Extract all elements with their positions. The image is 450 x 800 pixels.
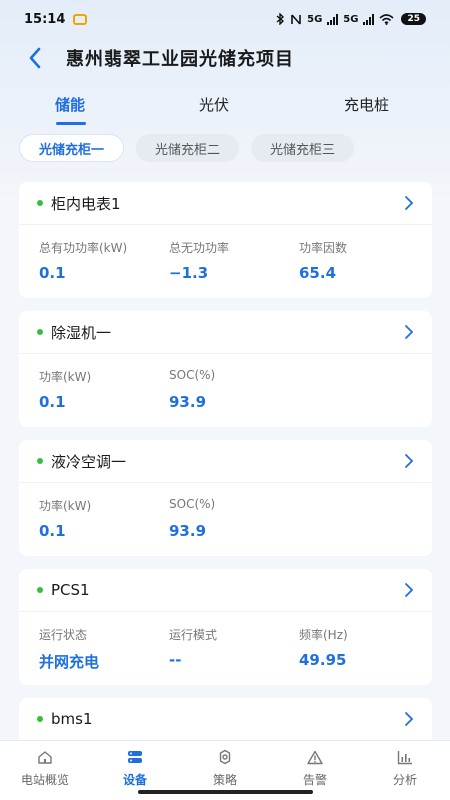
device-card-header[interactable]: PCS1 [19, 569, 432, 612]
network-type-2: 5G [343, 13, 359, 25]
nav-label: 策略 [212, 773, 237, 787]
metric: 总有功功率(kW) 0.1 [39, 239, 169, 282]
tab-charging-pile[interactable]: 充电桩 [344, 94, 389, 115]
battery-level: 25 [401, 13, 426, 25]
cabinet-tab-3[interactable]: 光储充柜三 [251, 134, 355, 162]
wifi-icon [379, 13, 395, 25]
metric-label: SOC(%) [169, 497, 216, 511]
back-icon[interactable] [28, 44, 48, 72]
metric-value: 0.1 [39, 393, 66, 411]
metric-value: −1.3 [169, 264, 209, 282]
metric-label: 总有功功率(kW) [39, 241, 128, 255]
cabinet-tabs: 光储充柜一 光储充柜二 光储充柜三 [0, 134, 450, 164]
device-metrics: 运行状态 并网充电 运行模式 -- 频率(Hz) 49.95 [19, 612, 432, 672]
main-tabs: 储能 光伏 充电桩 [0, 82, 450, 128]
device-icon [126, 749, 144, 765]
device-metrics: 总有功功率(kW) 0.1 总无功功率 −1.3 功率因数 65.4 [19, 225, 432, 282]
metric: 功率因数 65.4 [299, 239, 429, 282]
page-title: 惠州翡翠工业园光储充项目 [66, 49, 294, 70]
metric-value: -- [169, 651, 182, 669]
notification-icon [73, 13, 88, 25]
device-card-header[interactable]: 除湿机一 [19, 311, 432, 354]
metric-value: 93.9 [169, 393, 207, 411]
metric: SOC(%) 93.9 [169, 497, 299, 540]
tab-energy-storage[interactable]: 储能 [55, 94, 85, 115]
cabinet-tab-2[interactable]: 光储充柜二 [136, 134, 240, 162]
bluetooth-icon [276, 13, 285, 25]
online-status-dot [37, 587, 43, 593]
device-metrics: 功率(kW) 0.1 SOC(%) 93.9 [19, 354, 432, 411]
metric: 运行模式 -- [169, 626, 299, 672]
cabinet-tab-1[interactable]: 光储充柜一 [19, 134, 125, 162]
metric-label: 频率(Hz) [299, 628, 348, 642]
chevron-right-icon[interactable] [404, 452, 418, 470]
status-left: 15:14 [24, 11, 88, 27]
status-right: 5G 5G 25 [276, 13, 426, 25]
online-status-dot [37, 458, 43, 464]
online-status-dot [37, 329, 43, 335]
signal-1-icon [327, 13, 339, 25]
device-card-meter: 柜内电表1 总有功功率(kW) 0.1 总无功功率 −1.3 功率因数 65.4 [19, 182, 432, 298]
metric-label: 功率因数 [299, 241, 348, 255]
app-screen: 15:14 5G 5G 25 惠州翡翠工业园光储充项目 储能 光伏 充电桩 光储… [0, 0, 450, 800]
metric: 功率(kW) 0.1 [39, 497, 169, 540]
device-list: 柜内电表1 总有功功率(kW) 0.1 总无功功率 −1.3 功率因数 65.4 [19, 182, 432, 800]
nav-label: 告警 [302, 773, 327, 787]
nav-label: 设备 [122, 773, 147, 787]
chevron-right-icon[interactable] [404, 710, 418, 728]
metric-value: 93.9 [169, 522, 207, 540]
online-status-dot [37, 716, 43, 722]
alert-icon [306, 749, 324, 765]
analysis-chart-icon [396, 749, 414, 765]
metric-value: 0.1 [39, 264, 66, 282]
metric-value: 并网充电 [39, 653, 100, 671]
metric-label: 运行状态 [39, 628, 88, 642]
metric-label: SOC(%) [169, 368, 216, 382]
metric: 运行状态 并网充电 [39, 626, 169, 672]
device-card-pcs: PCS1 运行状态 并网充电 运行模式 -- 频率(Hz) 49.95 [19, 569, 432, 685]
chevron-right-icon[interactable] [404, 323, 418, 341]
metric-value: 49.95 [299, 651, 347, 669]
strategy-gear-icon [216, 749, 234, 765]
home-indicator[interactable] [138, 790, 313, 794]
device-card-header[interactable]: 液冷空调一 [19, 440, 432, 483]
metric-label: 功率(kW) [39, 499, 92, 513]
device-title: 柜内电表1 [51, 194, 121, 213]
device-title: PCS1 [51, 581, 90, 599]
device-title: 液冷空调一 [51, 452, 127, 471]
chevron-right-icon[interactable] [404, 194, 418, 212]
nav-overview[interactable]: 电站概览 [0, 741, 90, 800]
device-card-header[interactable]: 柜内电表1 [19, 182, 432, 225]
active-tab-indicator [56, 122, 86, 125]
device-card-header[interactable]: bms1 [19, 698, 432, 741]
metric: SOC(%) 93.9 [169, 368, 299, 411]
device-card-liquid-cooling: 液冷空调一 功率(kW) 0.1 SOC(%) 93.9 [19, 440, 432, 556]
nav-label: 电站概览 [20, 773, 69, 787]
metric-value: 0.1 [39, 522, 66, 540]
nav-label: 分析 [392, 773, 417, 787]
metric: 总无功功率 −1.3 [169, 239, 299, 282]
tab-photovoltaic[interactable]: 光伏 [199, 94, 229, 115]
metric-value: 65.4 [299, 264, 337, 282]
nav-analysis[interactable]: 分析 [360, 741, 450, 800]
network-type-1: 5G [307, 13, 323, 25]
signal-2-icon [363, 13, 375, 25]
online-status-dot [37, 200, 43, 206]
device-card-dehumidifier: 除湿机一 功率(kW) 0.1 SOC(%) 93.9 [19, 311, 432, 427]
metric-label: 功率(kW) [39, 370, 92, 384]
device-title: 除湿机一 [51, 323, 112, 342]
metric-label: 运行模式 [169, 628, 218, 642]
home-icon [36, 749, 54, 765]
device-metrics: 功率(kW) 0.1 SOC(%) 93.9 [19, 483, 432, 540]
nfc-icon [291, 13, 301, 25]
header: 惠州翡翠工业园光储充项目 [0, 38, 450, 78]
status-bar: 15:14 5G 5G 25 [0, 0, 450, 38]
chevron-right-icon[interactable] [404, 581, 418, 599]
metric-label: 总无功功率 [169, 241, 230, 255]
metric: 功率(kW) 0.1 [39, 368, 169, 411]
status-time: 15:14 [24, 11, 66, 27]
metric: 频率(Hz) 49.95 [299, 626, 429, 672]
device-title: bms1 [51, 710, 93, 728]
